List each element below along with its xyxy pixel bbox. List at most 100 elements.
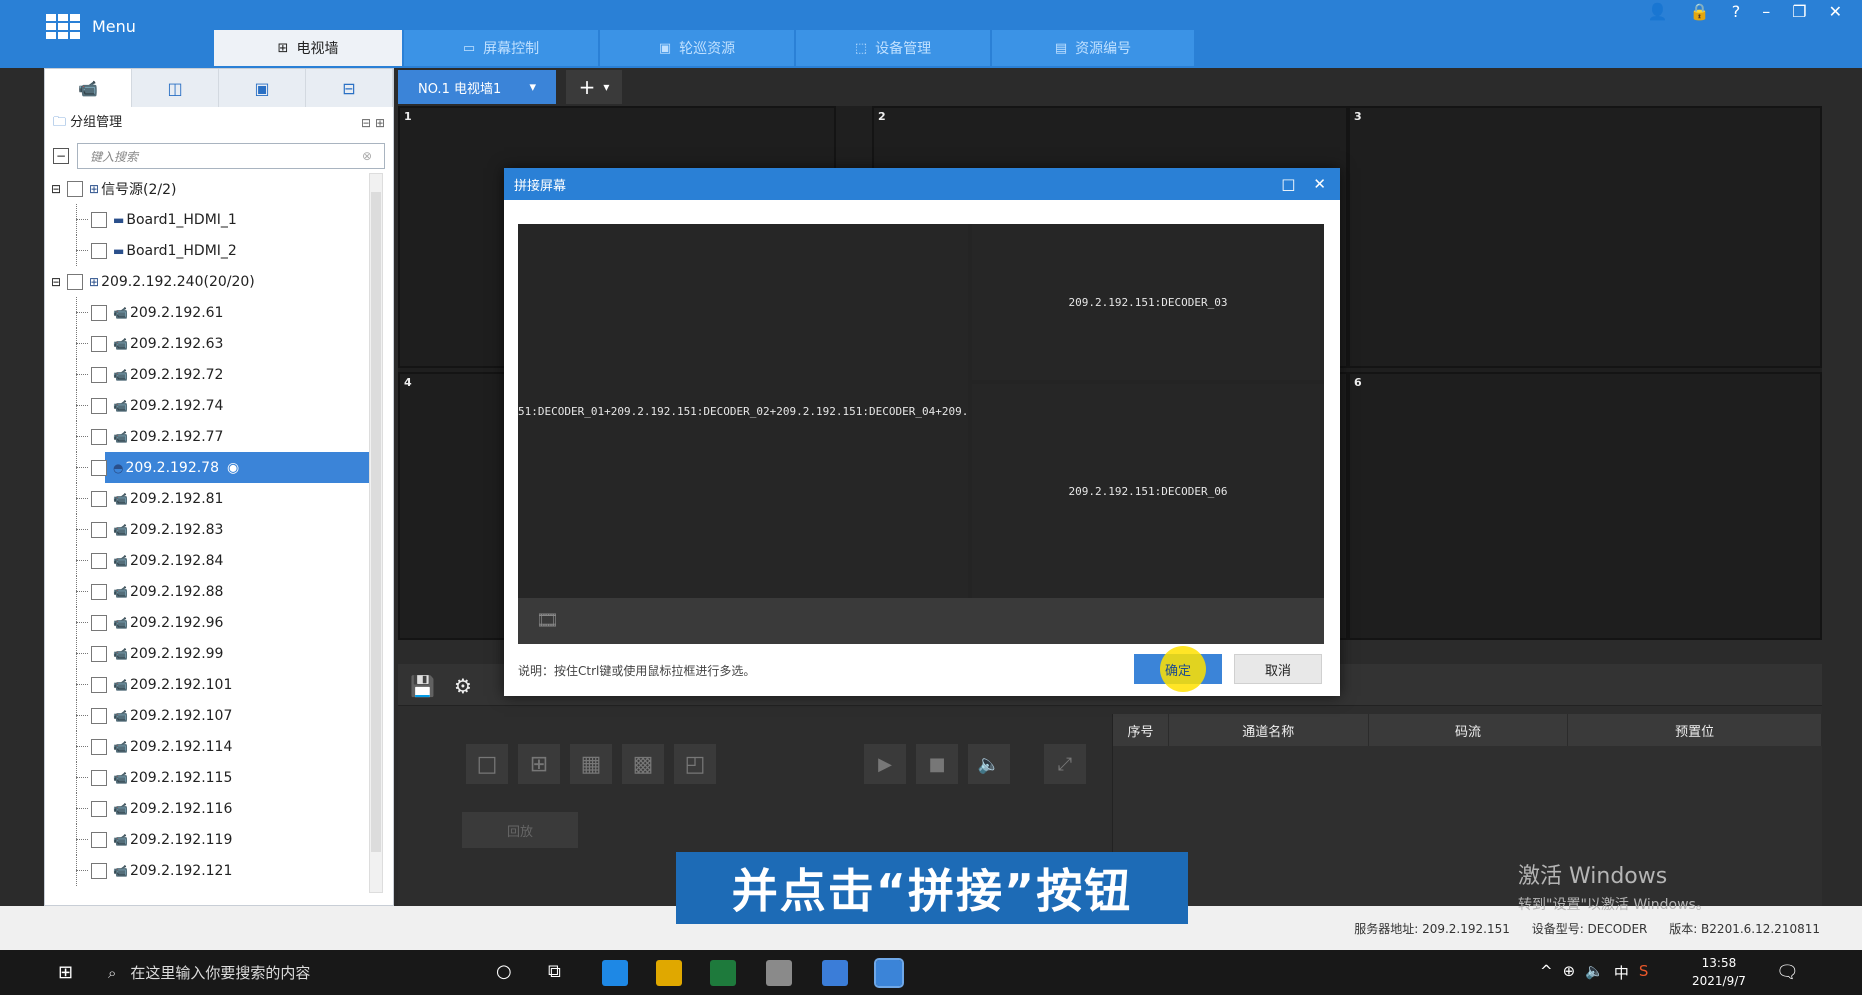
tree-checkbox[interactable] [91, 738, 107, 755]
tree-checkbox[interactable] [91, 242, 107, 259]
edge-icon[interactable] [602, 960, 628, 986]
tree-device-node[interactable]: 📹 209.2.192.99 [51, 638, 371, 669]
tab-resource-numbering[interactable]: ▤ 资源编号 [992, 30, 1194, 66]
tab-tour-resources[interactable]: ▣ 轮巡资源 [600, 30, 794, 66]
tree-device-node[interactable]: 📹 209.2.192.83 [51, 514, 371, 545]
maximize-icon[interactable]: □ [1281, 175, 1295, 193]
tree-checkbox[interactable] [91, 552, 107, 569]
screen-tab[interactable]: ▣ [219, 69, 306, 107]
film-icon[interactable]: 🎞 [536, 610, 559, 631]
settings-icon[interactable]: ⚙ [454, 674, 472, 698]
tree-device-node[interactable]: 📹 209.2.192.116 [51, 793, 371, 824]
tree-device-node[interactable]: 📹 209.2.192.81 [51, 483, 371, 514]
taskbar-search[interactable]: ⌕ 在这里输入你要搜索的内容 [108, 962, 310, 983]
tree-device-node[interactable]: 📹 209.2.192.96 [51, 607, 371, 638]
tree-checkbox[interactable] [91, 397, 107, 414]
app-icon[interactable] [766, 960, 792, 986]
search-input[interactable]: 键入搜索 ⊗ [77, 143, 385, 169]
tree-checkbox[interactable] [91, 707, 107, 724]
close-icon[interactable]: ✕ [1313, 175, 1326, 193]
scrollbar-thumb[interactable] [371, 192, 381, 852]
lock-icon[interactable]: 🔒 [1690, 2, 1710, 21]
excel-icon[interactable] [710, 960, 736, 986]
cancel-button[interactable]: 取消 [1234, 654, 1322, 684]
tree-checkbox[interactable] [91, 521, 107, 538]
user-icon[interactable]: 👤 [1648, 2, 1668, 21]
tree-device-node[interactable]: 📹 209.2.192.88 [51, 576, 371, 607]
tree-checkbox[interactable] [67, 180, 83, 197]
cortana-icon[interactable]: ○ [496, 961, 512, 982]
help-icon[interactable]: ? [1732, 2, 1741, 21]
layout-1-button[interactable]: □ [466, 744, 508, 784]
tree-scrollbar[interactable] [369, 173, 383, 893]
collapse-all-icon[interactable]: ⊟ [361, 116, 371, 130]
audio-button[interactable]: 🔈 [968, 744, 1010, 784]
tree-device-node[interactable]: ◓ 209.2.192.78 ◉ [51, 452, 371, 483]
preview-cell[interactable]: 209.2.192.151:DECODER_03 [972, 224, 1324, 380]
restore-icon[interactable]: ❐ [1792, 2, 1806, 21]
preview-cell-merged[interactable]: 51:DECODER_01+209.2.192.151:DECODER_02+2… [518, 224, 968, 598]
tree-checkbox[interactable] [91, 645, 107, 662]
tree-device-node[interactable]: 📹 209.2.192.115 [51, 762, 371, 793]
tree-device-node[interactable]: 📹 209.2.192.63 [51, 328, 371, 359]
tab-screen-control[interactable]: ▭ 屏幕控制 [404, 30, 598, 66]
wall-cell[interactable]: 3 [1348, 106, 1822, 368]
tree-device-node[interactable]: 📹 209.2.192.61 [51, 297, 371, 328]
play-button[interactable]: ▶ [864, 744, 906, 784]
playback-button[interactable]: 回放 [462, 812, 578, 848]
chevron-up-icon[interactable]: ^ [1540, 962, 1553, 983]
input-language[interactable]: 中 [1614, 962, 1629, 983]
tree-checkbox[interactable] [91, 459, 107, 476]
tree-device-node[interactable]: 📹 209.2.192.114 [51, 731, 371, 762]
tree-checkbox[interactable] [91, 831, 107, 848]
collapse-toggle[interactable]: − [53, 148, 69, 164]
tree-device-node[interactable]: 📹 209.2.192.72 [51, 359, 371, 390]
layout-4-button[interactable]: ⊞ [518, 744, 560, 784]
camera-list-tab[interactable]: ◫ [132, 69, 219, 107]
active-app-icon[interactable] [874, 958, 904, 988]
tab-tv-wall[interactable]: ⊞ 电视墙 [214, 30, 402, 66]
notification-icon[interactable]: 🗨 [1776, 962, 1799, 983]
eye-icon[interactable]: ◉ [227, 460, 239, 476]
tree-checkbox[interactable] [91, 676, 107, 693]
tree-checkbox[interactable] [91, 862, 107, 879]
windows-start-icon[interactable]: ⊞ [58, 962, 73, 983]
tree-device-node[interactable]: 📹 209.2.192.119 [51, 824, 371, 855]
stop-button[interactable]: ■ [916, 744, 958, 784]
close-icon[interactable]: ✕ [1829, 2, 1842, 21]
tree-checkbox[interactable] [91, 304, 107, 321]
tree-checkbox[interactable] [91, 211, 107, 228]
tree-device-node[interactable]: 📹 209.2.192.101 [51, 669, 371, 700]
tree-device-node[interactable]: ▬ Board1_HDMI_2 [51, 235, 371, 266]
preview-cell[interactable]: 209.2.192.151:DECODER_06 [972, 384, 1324, 598]
taskbar-clock[interactable]: 13:58 2021/9/7 [1692, 954, 1746, 990]
file-explorer-icon[interactable] [656, 960, 682, 986]
layout-tab[interactable]: ⊟ [306, 69, 393, 107]
wall-cell[interactable]: 6 [1348, 372, 1822, 640]
tree-checkbox[interactable] [91, 769, 107, 786]
expand-all-icon[interactable]: ⊞ [375, 116, 385, 130]
tree-device-node[interactable]: 📹 209.2.192.77 [51, 421, 371, 452]
tree-device-node[interactable]: ▬ Board1_HDMI_1 [51, 204, 371, 235]
app-icon[interactable] [822, 960, 848, 986]
tree-group-node[interactable]: ⊟ ⊞ 信号源(2/2) [51, 173, 371, 204]
tree-checkbox[interactable] [91, 428, 107, 445]
tree-checkbox[interactable] [91, 335, 107, 352]
tab-device-management[interactable]: ⬚ 设备管理 [796, 30, 990, 66]
tree-checkbox[interactable] [91, 490, 107, 507]
task-view-icon[interactable]: ⧉ [548, 961, 561, 982]
tree-checkbox[interactable] [67, 273, 83, 290]
layout-custom-button[interactable]: ◰ [674, 744, 716, 784]
tree-device-node[interactable]: 📹 209.2.192.84 [51, 545, 371, 576]
collapse-icon[interactable]: ⊟ [51, 275, 63, 289]
clear-search-icon[interactable]: ⊗ [362, 149, 372, 163]
ime-icon[interactable]: S [1639, 962, 1649, 983]
add-wall-button[interactable]: + ▾ [566, 70, 622, 104]
network-icon[interactable]: ⊕ [1563, 962, 1576, 983]
save-icon[interactable]: 💾 [410, 674, 435, 698]
tree-device-node[interactable]: 📹 209.2.192.74 [51, 390, 371, 421]
volume-icon[interactable]: 🔈 [1585, 962, 1604, 983]
layout-9-button[interactable]: ▦ [570, 744, 612, 784]
tree-checkbox[interactable] [91, 800, 107, 817]
layout-16-button[interactable]: ▩ [622, 744, 664, 784]
